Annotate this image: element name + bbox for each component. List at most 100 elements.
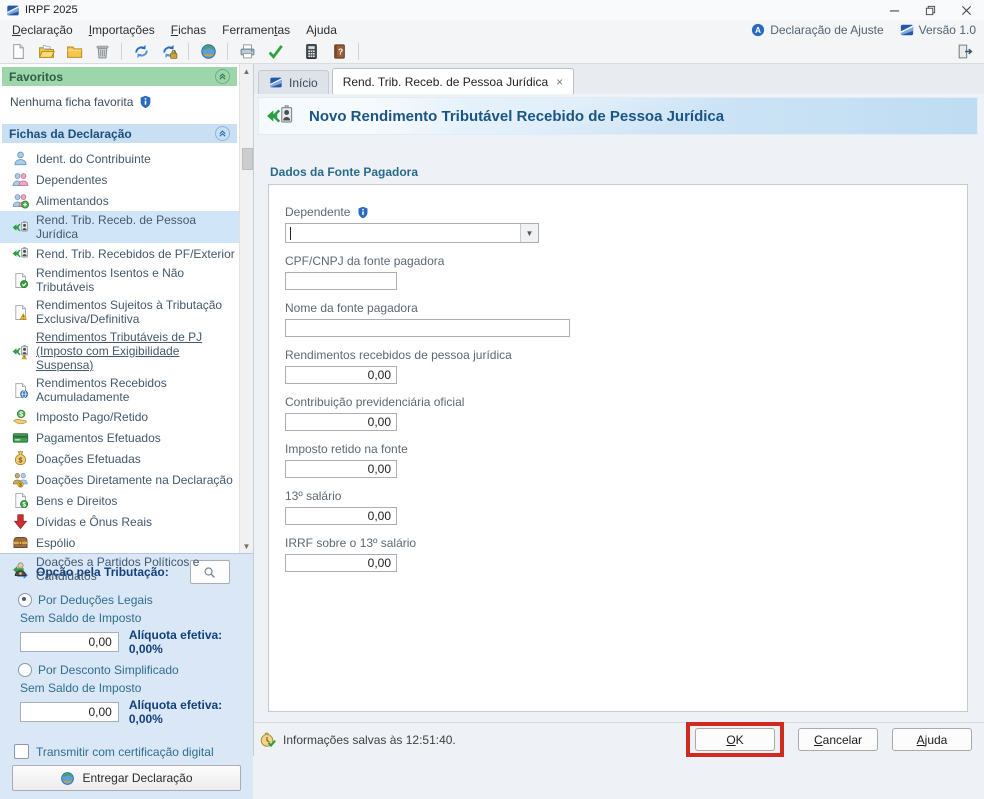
exit-button[interactable]	[952, 41, 976, 61]
radio-desconto-simplificado[interactable]: Por Desconto Simplificado	[18, 663, 243, 677]
sidebar-item-rend-trib-pj[interactable]: Rend. Trib. Receb. de Pessoa Jurídica	[0, 211, 239, 243]
sidebar-item-dividas-onus[interactable]: Dívidas e Ônus Reais	[0, 511, 239, 532]
transmit-certificate-checkbox-row[interactable]: Transmitir com certificação digital	[14, 744, 243, 759]
sidebar-scrollbar[interactable]: ▲ ▼	[239, 64, 253, 553]
open-folder-icon	[38, 43, 55, 60]
sidebar-item-rend-exigibilidade-suspensa[interactable]: Rendimentos Tributáveis de PJ (Imposto c…	[0, 328, 239, 374]
fichas-header: Fichas da Declaração	[2, 124, 237, 143]
dependente-combobox[interactable]: ▼	[285, 223, 539, 243]
folder-button[interactable]	[62, 41, 86, 61]
sync-button[interactable]	[129, 41, 153, 61]
people-plus-icon	[12, 192, 29, 209]
decimo-terceiro-field[interactable]: 0,00	[285, 507, 397, 525]
people-icon	[12, 171, 29, 188]
sidebar-item-pagamentos[interactable]: Pagamentos Efetuados	[0, 427, 239, 448]
saldo-label: Sem Saldo de Imposto	[20, 681, 243, 695]
circle-a-icon	[751, 23, 765, 37]
deducoes-value-field[interactable]: 0,00	[20, 632, 119, 652]
new-file-icon	[10, 43, 27, 60]
window-controls	[876, 0, 984, 20]
toolbar-separator	[121, 43, 122, 60]
info-icon[interactable]	[139, 95, 152, 109]
hand-money-icon	[12, 408, 29, 425]
irrf-decimo-terceiro-field[interactable]: 0,00	[285, 554, 397, 572]
open-declaration-button[interactable]	[34, 41, 58, 61]
toolbar-separator	[358, 43, 359, 60]
sidebar-item-bens-direitos[interactable]: Bens e Direitos	[0, 490, 239, 511]
scrollbar-thumb[interactable]	[242, 148, 253, 170]
radio-button-off[interactable]	[18, 663, 32, 677]
scroll-up-arrow[interactable]: ▲	[240, 64, 253, 78]
radio-deducoes-legais[interactable]: Por Deduções Legais	[18, 593, 243, 607]
verify-button[interactable]	[263, 41, 287, 61]
declaracao-ajuste-badge[interactable]: Declaração de Ajuste	[751, 23, 883, 37]
text-cursor	[290, 227, 291, 240]
delete-button[interactable]	[90, 41, 114, 61]
help-book-button[interactable]	[327, 41, 351, 61]
sidebar-item-rend-isentos[interactable]: Rendimentos Isentos e Não Tributáveis	[0, 264, 239, 296]
aliquota-efetiva-label: Alíquota efetiva: 0,00%	[129, 698, 243, 726]
sidebar-item-dependentes[interactable]: Dependentes	[0, 169, 239, 190]
rendimentos-pj-field[interactable]: 0,00	[285, 366, 397, 384]
contribuicao-previdenciaria-field[interactable]: 0,00	[285, 413, 397, 431]
sidebar-item-ident-contribuinte[interactable]: Ident. do Contribuinte	[0, 148, 239, 169]
menu-declaracao[interactable]: Declaração	[4, 22, 81, 38]
sidebar-item-imposto-pago[interactable]: Imposto Pago/Retido	[0, 406, 239, 427]
close-button[interactable]	[948, 0, 984, 20]
toolbar-separator	[188, 43, 189, 60]
ok-button[interactable]: OK	[695, 728, 775, 751]
arrow-person-icon	[12, 219, 29, 236]
sidebar-item-rend-acumuladamente[interactable]: Rendimentos Recebidos Acumuladamente	[0, 374, 239, 406]
tab-rend-trib-pj[interactable]: Rend. Trib. Receb. de Pessoa Jurídica ×	[332, 68, 574, 94]
sync-lock-icon	[161, 43, 178, 60]
fichas-list: Ident. do Contribuinte Dependentes Alime…	[0, 143, 239, 585]
chest-icon	[12, 534, 29, 551]
sidebar-item-rend-trib-pf-exterior[interactable]: Rend. Trib. Recebidos de PF/Exterior	[0, 243, 239, 264]
group-title: Dados da Fonte Pagadora	[270, 165, 968, 179]
sidebar-item-doacoes-declaracao[interactable]: Doações Diretamente na Declaração	[0, 469, 239, 490]
sidebar-item-alimentandos[interactable]: Alimentandos	[0, 190, 239, 211]
simplificado-value-field[interactable]: 0,00	[20, 702, 119, 722]
sidebar-item-doacoes-partidos[interactable]: Doações a Partidos Políticos e Candidato…	[0, 553, 239, 585]
calculator-icon	[303, 43, 320, 60]
imposto-retido-field[interactable]: 0,00	[285, 460, 397, 478]
sidebar-item-espolio[interactable]: Espólio	[0, 532, 239, 553]
restore-button[interactable]	[912, 0, 948, 20]
form-area: Dados da Fonte Pagadora Dependente ▼ CPF…	[254, 135, 984, 722]
menu-ajuda[interactable]: Ajuda	[298, 22, 345, 38]
page-title: Novo Rendimento Tributável Recebido de P…	[309, 108, 724, 125]
tab-inicio[interactable]: Início	[258, 70, 329, 94]
print-button[interactable]	[235, 41, 259, 61]
chevron-up-icon	[218, 72, 227, 81]
arrow-person-warning-icon	[12, 343, 29, 360]
calculator-button[interactable]	[299, 41, 323, 61]
doc-globe-icon	[12, 382, 29, 399]
entregar-declaracao-button[interactable]: Entregar Declaração	[12, 765, 241, 791]
check-icon	[267, 43, 284, 60]
info-icon[interactable]	[357, 206, 369, 219]
card-icon	[12, 429, 29, 446]
cancel-button[interactable]: Cancelar	[798, 728, 878, 751]
money-bag-icon	[12, 450, 29, 467]
new-declaration-button[interactable]	[6, 41, 30, 61]
menu-ferramentas[interactable]: Ferramentas	[214, 22, 298, 38]
sidebar-item-doacoes-efetuadas[interactable]: Doações Efetuadas	[0, 448, 239, 469]
sidebar-scroll-area: Favoritos Nenhuma ficha favorita Fichas …	[0, 64, 253, 553]
certificate-checkbox[interactable]	[14, 744, 29, 759]
chevron-up-icon	[218, 129, 227, 138]
help-button[interactable]: Ajuda	[892, 728, 972, 751]
menu-importacoes[interactable]: Importações	[81, 22, 163, 38]
tab-close-icon[interactable]: ×	[556, 77, 563, 87]
menu-fichas[interactable]: Fichas	[163, 22, 214, 38]
cpf-cnpj-field[interactable]	[285, 272, 397, 290]
sync-secure-button[interactable]	[157, 41, 181, 61]
fichas-collapse-button[interactable]	[215, 126, 230, 141]
scroll-down-arrow[interactable]: ▼	[240, 539, 253, 553]
transmit-button[interactable]	[196, 41, 220, 61]
favorites-collapse-button[interactable]	[215, 69, 230, 84]
minimize-button[interactable]	[876, 0, 912, 20]
radio-button-on[interactable]	[18, 593, 32, 607]
sidebar-item-rend-exclusiva[interactable]: Rendimentos Sujeitos à Tributação Exclus…	[0, 296, 239, 328]
chevron-down-icon[interactable]: ▼	[520, 224, 538, 242]
nome-fonte-field[interactable]	[285, 319, 570, 337]
